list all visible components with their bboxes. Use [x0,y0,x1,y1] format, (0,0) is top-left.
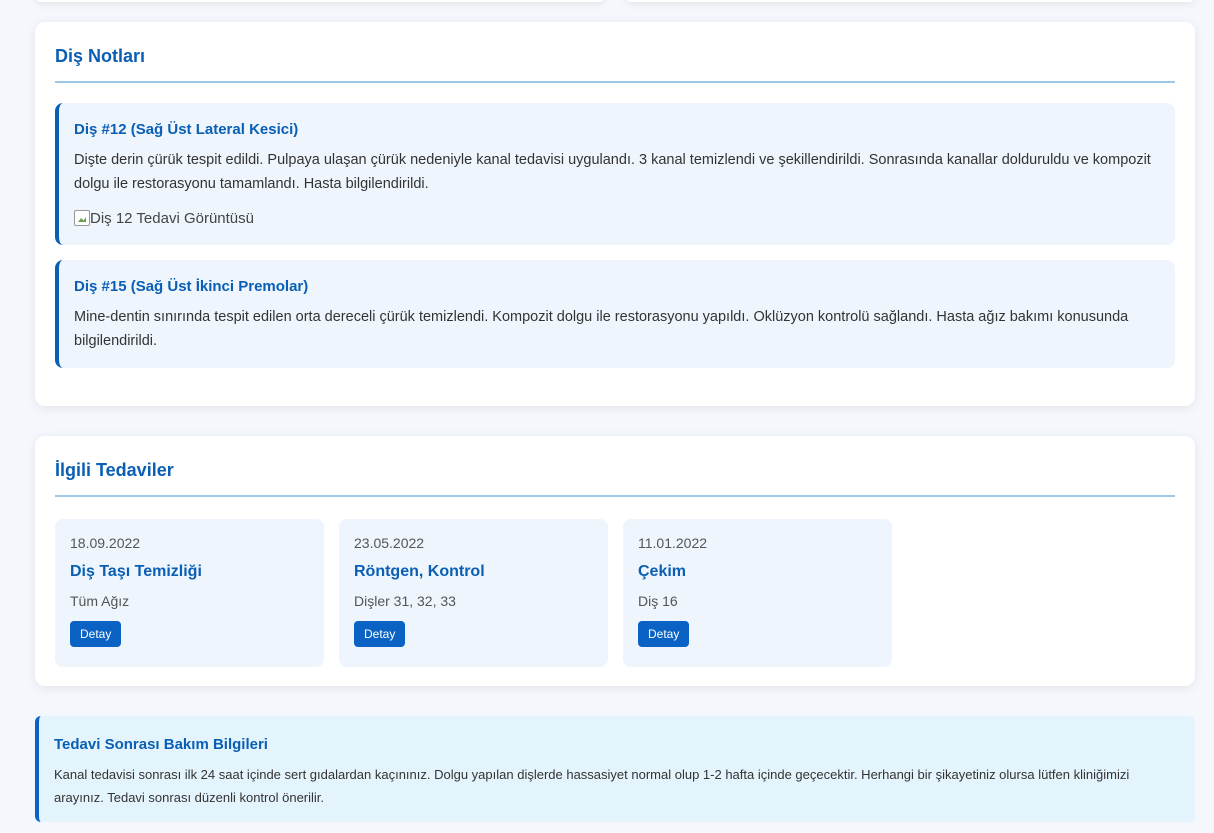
aftercare-info-box: Tedavi Sonrası Bakım Bilgileri Kanal ted… [35,716,1195,822]
related-treatments-card: İlgili Tedaviler 18.09.2022 Diş Taşı Tem… [35,436,1195,686]
previous-card-left-edge [35,0,605,2]
detail-button[interactable]: Detay [70,621,122,647]
treatment-area: Tüm Ağız [70,593,130,609]
treatment-date: 11.01.2022 [638,535,708,551]
tooth-notes-card: Diş Notları Diş #12 (Sağ Üst Lateral Kes… [35,22,1195,406]
treatment-image-alt: Diş 12 Tedavi Görüntüsü [90,209,254,227]
tooth-note-text: Mine-dentin sınırında tespit edilen orta… [74,309,1129,349]
treatment-area: Diş 16 [638,593,678,609]
related-treatments-title: İlgili Tedaviler [55,436,1175,497]
treatment-name: Röntgen, Kontrol [354,563,485,580]
tooth-note-12: Diş #12 (Sağ Üst Lateral Kesici) Dişte d… [55,103,1175,245]
broken-image-icon [74,210,90,226]
treatment-item: 23.05.2022 Röntgen, Kontrol Dişler 31, 3… [339,519,608,667]
related-treatments-list: 18.09.2022 Diş Taşı Temizliği Tüm Ağız D… [55,519,1175,667]
tooth-note-15: Diş #15 (Sağ Üst İkinci Premolar) Mine-d… [55,260,1175,368]
treatment-name: Çekim [638,563,687,580]
detail-button[interactable]: Detay [638,621,690,647]
aftercare-text: Kanal tedavisi sonrası ilk 24 saat içind… [54,767,1130,805]
tooth-note-text: Dişte derin çürük tespit edildi. Pulpaya… [74,152,1151,192]
tooth-note-title: Diş #15 (Sağ Üst İkinci Premolar) [74,278,309,295]
treatment-date: 18.09.2022 [70,535,141,551]
treatment-date: 23.05.2022 [354,535,425,551]
treatment-area: Dişler 31, 32, 33 [354,593,456,609]
previous-card-right-edge [625,0,1195,2]
aftercare-title: Tedavi Sonrası Bakım Bilgileri [54,736,268,753]
detail-button[interactable]: Detay [354,621,406,647]
treatment-item: 11.01.2022 Çekim Diş 16 Detay [623,519,892,667]
treatment-image: Diş 12 Tedavi Görüntüsü [74,206,1160,230]
tooth-note-title: Diş #12 (Sağ Üst Lateral Kesici) [74,121,299,138]
treatment-item: 18.09.2022 Diş Taşı Temizliği Tüm Ağız D… [55,519,324,667]
tooth-notes-title: Diş Notları [55,22,1175,83]
treatment-name: Diş Taşı Temizliği [70,563,202,580]
